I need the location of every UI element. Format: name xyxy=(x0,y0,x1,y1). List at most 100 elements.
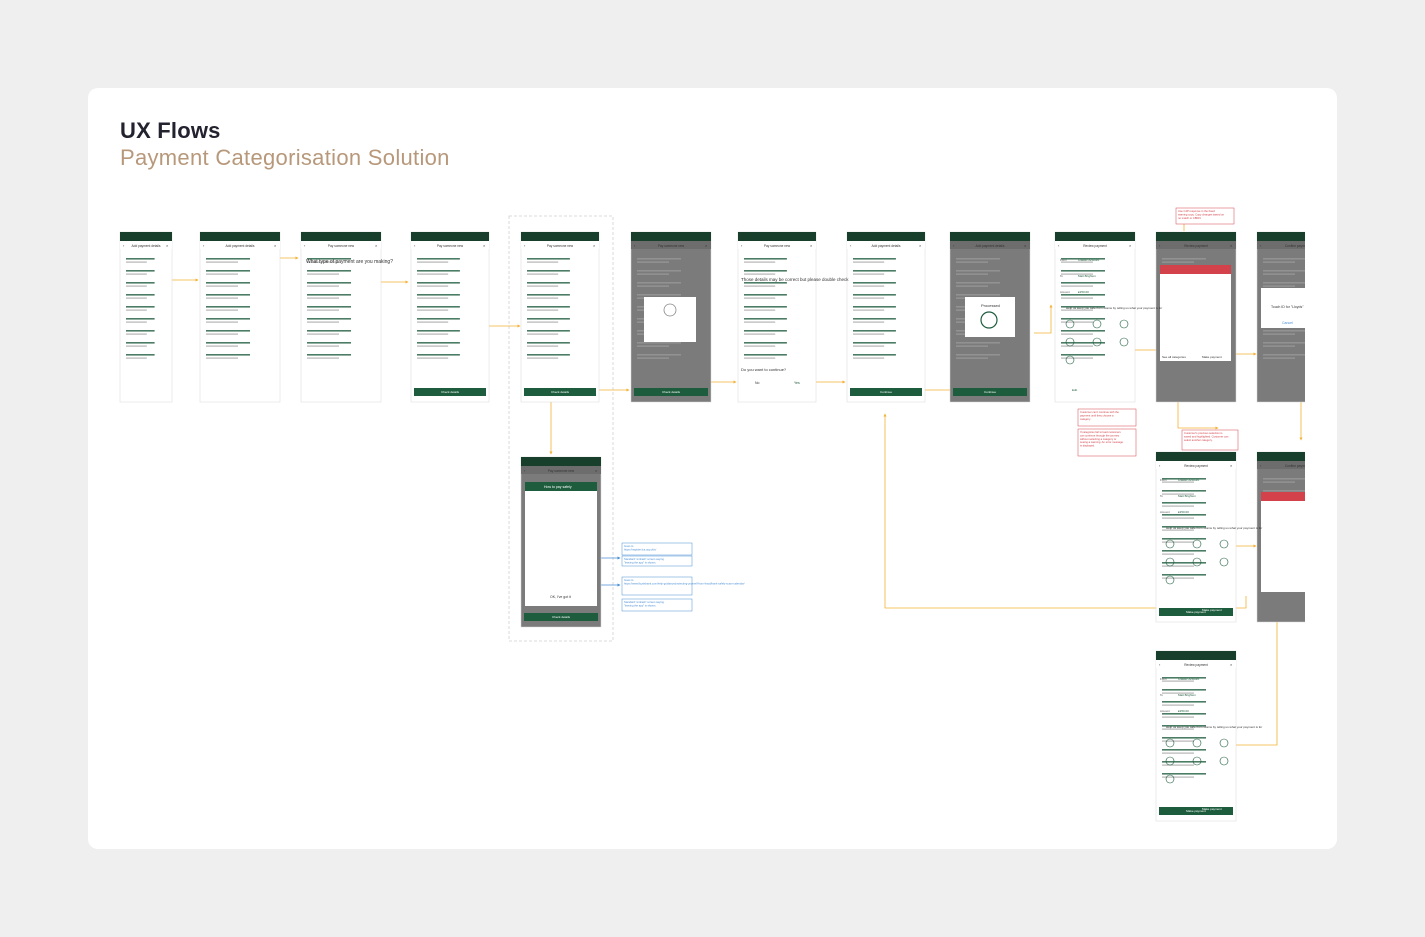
content-subline xyxy=(307,357,339,359)
scam-warning-header xyxy=(1160,265,1231,274)
touch-id-cancel[interactable]: Cancel xyxy=(1282,321,1293,325)
content-subline xyxy=(206,333,238,335)
amount-label-a: Amount xyxy=(1060,290,1070,294)
primary-button-label[interactable]: Check details xyxy=(551,390,570,394)
content-subline xyxy=(1061,285,1093,287)
payee-name-a: Matt Brighton xyxy=(1078,274,1096,278)
content-line xyxy=(956,270,1000,272)
content-subline xyxy=(307,309,339,311)
content-line xyxy=(417,258,460,260)
see-all-categories[interactable]: See all categories xyxy=(1162,355,1186,359)
content-subline xyxy=(1263,357,1295,359)
status-bar xyxy=(631,232,711,241)
content-line xyxy=(307,294,351,296)
edit-label-c[interactable]: Edit xyxy=(1172,807,1177,811)
edit-label-b[interactable]: Edit xyxy=(1172,608,1177,612)
content-line xyxy=(637,342,681,344)
got-it-label[interactable]: OK, I've got it xyxy=(550,595,571,599)
content-subline xyxy=(126,273,147,275)
content-subline xyxy=(956,261,988,263)
content-subline xyxy=(956,285,988,287)
content-subline xyxy=(1263,345,1295,347)
content-subline xyxy=(1263,261,1295,263)
content-line xyxy=(1263,478,1305,480)
make-payment-label-a[interactable]: Make payment xyxy=(1202,355,1222,359)
content-line xyxy=(1061,342,1105,344)
content-subline xyxy=(853,273,885,275)
primary-button-label[interactable]: Check details xyxy=(552,615,571,619)
content-line xyxy=(956,294,1000,296)
make-payment-label-b[interactable]: Make payment xyxy=(1202,608,1222,612)
content-subline xyxy=(126,321,147,323)
to-label-b: To xyxy=(1160,494,1163,498)
content-subline xyxy=(527,333,559,335)
content-line xyxy=(527,330,570,332)
content-subline xyxy=(527,309,559,311)
content-line xyxy=(417,342,460,344)
content-subline xyxy=(1263,285,1295,287)
content-subline xyxy=(1162,704,1194,706)
status-bar xyxy=(1055,232,1135,241)
content-subline xyxy=(206,345,238,347)
screen-title: Pay someone new xyxy=(658,244,685,248)
content-line xyxy=(1162,562,1206,564)
screen-title: Add payment details xyxy=(226,244,255,248)
primary-button-label[interactable]: Continue xyxy=(984,390,996,394)
touch-id-title: Touch ID for "Lloyds" xyxy=(1271,305,1304,309)
screen-title: Confirm payment xyxy=(1285,464,1309,468)
details-warning: Those details may be correct but please … xyxy=(741,277,849,282)
note-text: https://register.fca.org.uk/s/ xyxy=(624,547,657,551)
screen-title: Add payment details xyxy=(132,244,161,248)
content-subline xyxy=(527,345,559,347)
content-subline xyxy=(1061,333,1093,335)
classic-account-a: Classic Account xyxy=(1078,258,1099,262)
yes-button-label[interactable]: Yes xyxy=(794,381,800,385)
primary-button-label[interactable]: Continue xyxy=(880,390,892,394)
content-line xyxy=(307,270,351,272)
content-line xyxy=(206,294,250,296)
primary-button-label[interactable]: Check details xyxy=(662,390,681,394)
content-subline xyxy=(527,261,559,263)
content-subline xyxy=(126,357,147,359)
no-button-label[interactable]: No xyxy=(755,381,760,385)
edit-label-a[interactable]: Edit xyxy=(1072,388,1077,392)
content-subline xyxy=(126,297,147,299)
content-line xyxy=(417,306,460,308)
close-icon[interactable]: × xyxy=(1331,463,1334,468)
content-line xyxy=(527,282,570,284)
note-text: category. xyxy=(1080,417,1091,421)
note-text: If categories fail to load customers xyxy=(1080,430,1121,434)
continue-question: Do you want to continue? xyxy=(741,367,787,372)
status-bar xyxy=(950,232,1030,241)
content-subline xyxy=(206,309,238,311)
content-line xyxy=(206,270,250,272)
content-subline xyxy=(1162,553,1194,555)
scam-warning-modal xyxy=(1261,492,1305,592)
content-line xyxy=(1061,318,1105,320)
annotation-note: Standard "embark" screen saying"leaving … xyxy=(621,555,693,567)
content-subline xyxy=(307,273,339,275)
close-icon[interactable]: × xyxy=(1331,243,1334,248)
content-subline xyxy=(126,261,147,263)
annotation-note: Use C4P response in the fraudwarning cop… xyxy=(1175,207,1235,225)
status-bar xyxy=(200,232,280,241)
make-payment-label-c[interactable]: Make payment xyxy=(1202,807,1222,811)
content-line xyxy=(1263,258,1305,260)
content-line xyxy=(744,354,787,356)
help-scam-text: Help us keep you safe from scams by tell… xyxy=(1066,306,1162,310)
note-text: payment until they choose a xyxy=(1080,413,1114,417)
primary-button-label[interactable]: Check details xyxy=(441,390,460,394)
content-subline xyxy=(417,345,449,347)
content-line xyxy=(853,282,896,284)
phone-screen: Pay someone new‹ ×Check details xyxy=(520,231,600,403)
note-text: "leaving the app" is shown. xyxy=(624,560,656,564)
content-line xyxy=(956,282,1000,284)
content-subline xyxy=(853,321,885,323)
screen-title: Pay someone new xyxy=(328,244,355,248)
content-line xyxy=(1061,354,1105,356)
content-line xyxy=(417,330,460,332)
content-subline xyxy=(307,297,339,299)
note-text: without selecting a category or xyxy=(1080,437,1116,441)
content-subline xyxy=(956,273,988,275)
screen-title: Pay someone new xyxy=(764,244,791,248)
